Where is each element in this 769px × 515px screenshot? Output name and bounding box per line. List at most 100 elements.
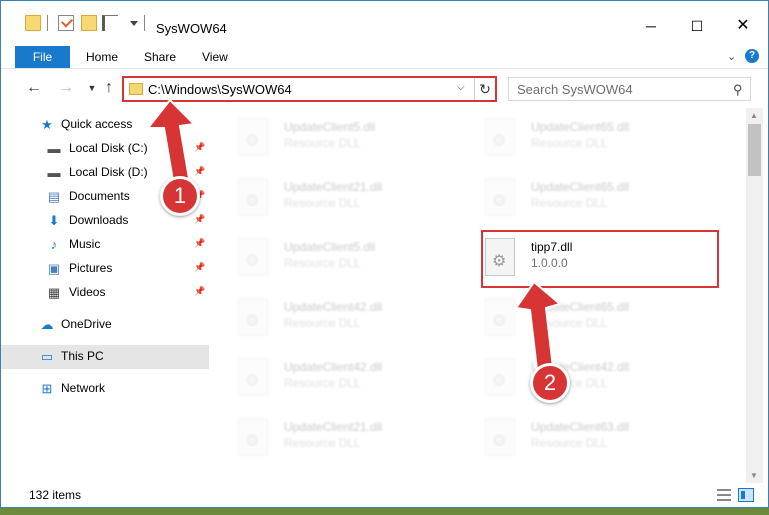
pin-icon[interactable]: 📌 bbox=[194, 238, 205, 249]
dll-file-icon bbox=[238, 238, 268, 276]
dll-file-icon bbox=[238, 118, 268, 156]
search-box[interactable]: ⚲ bbox=[508, 77, 751, 101]
network-icon: ⊞ bbox=[41, 381, 53, 396]
dll-file-icon bbox=[485, 178, 515, 216]
file-name: UpdateClient5.dll bbox=[284, 120, 376, 134]
file-item[interactable]: UpdateClient42.dllResource DLL bbox=[461, 352, 701, 410]
file-description: Resource DLL bbox=[284, 256, 361, 270]
file-item[interactable]: UpdateClient21.dll Resource DLL bbox=[214, 172, 454, 230]
sidebar-item-label: Quick access bbox=[61, 117, 133, 131]
dll-file-icon bbox=[485, 298, 515, 336]
navigation-pane: ★ Quick access ▬ Local Disk (C:) 📌 ▬ Local Dis… bbox=[1, 108, 212, 483]
sidebar-item-music[interactable]: ♪ Music 📌 bbox=[1, 233, 209, 257]
file-name: UpdateClient65.dll bbox=[531, 180, 630, 194]
file-name: UpdateClient65.dll bbox=[531, 300, 630, 314]
file-description: Resource DLL bbox=[531, 196, 608, 210]
window-title: SysWOW64 bbox=[156, 21, 227, 36]
refresh-button[interactable]: ↻ bbox=[474, 78, 495, 100]
sidebar-item-this-pc[interactable]: ▭ This PC bbox=[1, 345, 209, 369]
title-bar: SysWOW64 ─ ☐ ✕ bbox=[1, 1, 768, 43]
chevron-down-icon[interactable]: ⌵ bbox=[457, 82, 465, 93]
properties-icon[interactable] bbox=[58, 15, 74, 31]
large-icons-view-icon[interactable] bbox=[738, 488, 754, 502]
search-input[interactable] bbox=[509, 78, 724, 100]
sidebar-item-pictures[interactable]: ▣ Pictures 📌 bbox=[1, 257, 209, 281]
file-name: UpdateClient63.dll bbox=[531, 420, 630, 434]
pin-icon[interactable]: 📌 bbox=[194, 286, 205, 297]
file-item[interactable]: UpdateClient65.dll Resource DLL bbox=[461, 292, 701, 350]
file-description: Resource DLL bbox=[284, 136, 361, 150]
sidebar-item-label: Documents bbox=[69, 189, 130, 203]
file-item[interactable]: UpdateClient5.dll Resource DLL bbox=[214, 232, 454, 290]
back-button[interactable]: ← bbox=[25, 79, 43, 97]
sidebar-item-label: Network bbox=[61, 381, 106, 395]
file-item[interactable]: UpdateClient5.dll Resource DLL bbox=[214, 112, 454, 170]
address-bar[interactable]: C:\Windows\SysWOW64 ⌵ ↻ bbox=[122, 76, 497, 102]
chevron-down-icon[interactable] bbox=[130, 21, 138, 26]
sidebar-item-network[interactable]: ⊞ Network bbox=[1, 377, 209, 401]
sidebar-item-local-disk-c[interactable]: ▬ Local Disk (C:) 📌 bbox=[1, 137, 209, 161]
pin-icon[interactable]: 📌 bbox=[194, 142, 205, 153]
file-highlight bbox=[481, 230, 719, 288]
file-name: UpdateClient42.dll bbox=[284, 360, 383, 374]
scroll-up-icon[interactable]: ▲ bbox=[750, 111, 758, 120]
sidebar-item-label: Downloads bbox=[69, 213, 129, 227]
minimize-button[interactable]: ─ bbox=[628, 11, 674, 41]
sidebar-item-quick-access[interactable]: ★ Quick access bbox=[1, 113, 209, 137]
address-path[interactable]: C:\Windows\SysWOW64 bbox=[148, 82, 292, 97]
scrollbar-thumb[interactable] bbox=[748, 124, 761, 176]
sidebar-item-label: Videos bbox=[69, 285, 106, 299]
file-item[interactable]: UpdateClient42.dllResource DLL bbox=[214, 352, 454, 410]
videos-icon: ▦ bbox=[47, 285, 61, 300]
folder-icon[interactable] bbox=[25, 15, 41, 31]
sidebar-item-label: This PC bbox=[61, 349, 104, 363]
cloud-icon: ☁ bbox=[40, 317, 54, 332]
help-icon[interactable]: ? bbox=[745, 49, 759, 63]
sidebar-item-onedrive[interactable]: ☁ OneDrive bbox=[1, 313, 209, 337]
dll-file-icon bbox=[238, 178, 268, 216]
recent-locations-button[interactable]: ▼ bbox=[83, 83, 101, 93]
vertical-scrollbar[interactable]: ▲ ▼ bbox=[746, 108, 763, 483]
tab-home[interactable]: Home bbox=[74, 46, 130, 68]
item-count: 132 items bbox=[29, 488, 82, 502]
folder-icon bbox=[129, 83, 143, 95]
new-folder-icon[interactable] bbox=[81, 15, 97, 31]
status-bar: 132 items bbox=[1, 483, 768, 507]
file-name: UpdateClient21.dll bbox=[284, 180, 383, 194]
sidebar-item-label: Music bbox=[69, 237, 101, 251]
tab-view[interactable]: View bbox=[190, 46, 240, 68]
search-icon[interactable]: ⚲ bbox=[733, 82, 743, 98]
pin-icon[interactable]: 📌 bbox=[194, 214, 205, 225]
file-item[interactable]: UpdateClient63.dll Resource DLL bbox=[461, 412, 701, 470]
close-button[interactable]: ✕ bbox=[720, 11, 766, 41]
pin-icon[interactable]: 📌 bbox=[194, 166, 205, 177]
forward-button[interactable]: → bbox=[57, 79, 75, 97]
file-item[interactable]: UpdateClient42.dllResource DLL bbox=[214, 292, 454, 350]
tab-file[interactable]: File bbox=[15, 46, 70, 68]
dll-file-icon bbox=[238, 358, 268, 396]
file-item[interactable]: UpdateClient65.dll Resource DLL bbox=[461, 172, 701, 230]
scroll-down-icon[interactable]: ▼ bbox=[750, 471, 758, 480]
sidebar-item-label: Local Disk (C:) bbox=[69, 141, 148, 155]
pin-icon[interactable]: 📌 bbox=[194, 262, 205, 273]
pictures-icon: ▣ bbox=[47, 261, 61, 276]
customize-toolbar-icon[interactable] bbox=[102, 15, 118, 31]
file-list: UpdateClient5.dll Resource DLL UpdateClien… bbox=[214, 108, 746, 483]
expand-ribbon-icon[interactable]: ⌄ bbox=[727, 50, 736, 63]
maximize-button[interactable]: ☐ bbox=[674, 11, 720, 41]
drive-icon: ▬ bbox=[47, 165, 61, 180]
file-description: Resource DLL bbox=[531, 136, 608, 150]
ribbon-tabs: File Home Share View ⌄ ? bbox=[1, 46, 768, 68]
file-item[interactable]: UpdateClient65.dll Resource DLL bbox=[461, 112, 701, 170]
up-button[interactable]: ↑ bbox=[100, 79, 118, 97]
tab-share[interactable]: Share bbox=[132, 46, 188, 68]
file-name: UpdateClient21.dll bbox=[284, 420, 383, 434]
file-name: UpdateClient65.dll bbox=[531, 120, 630, 134]
download-icon: ⬇ bbox=[48, 213, 60, 228]
file-item[interactable]: UpdateClient21.dll Resource DLL bbox=[214, 412, 454, 470]
file-description: Resource DLL bbox=[284, 196, 361, 210]
step-1-badge: 1 bbox=[160, 176, 200, 216]
toolbar-divider bbox=[47, 15, 48, 31]
sidebar-item-videos[interactable]: ▦ Videos 📌 bbox=[1, 281, 209, 305]
details-view-icon[interactable] bbox=[717, 489, 731, 501]
